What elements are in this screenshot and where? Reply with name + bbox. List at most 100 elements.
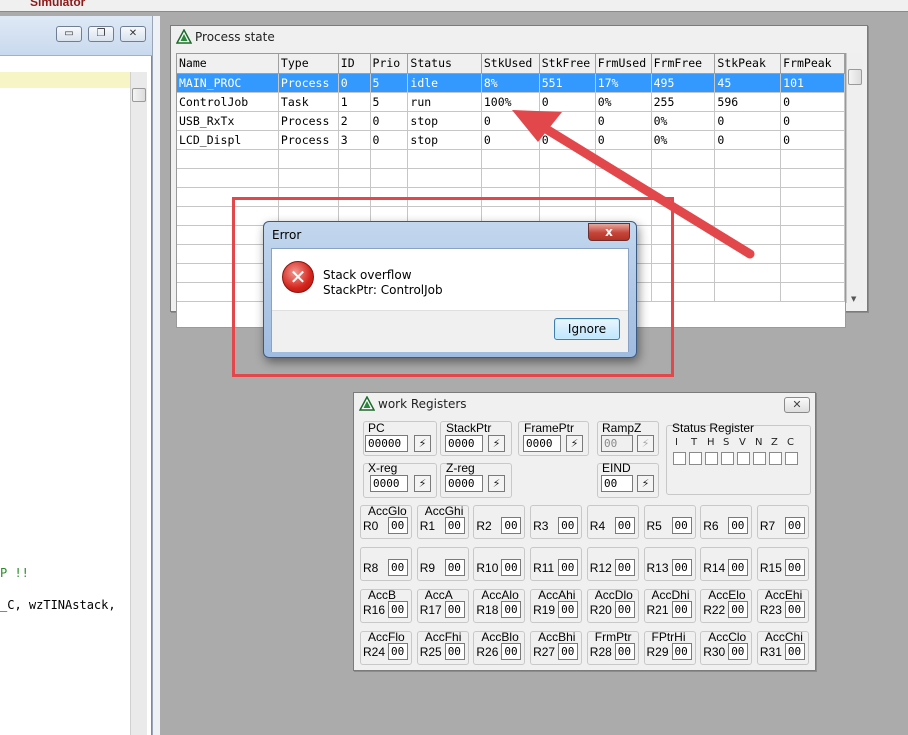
register-value-field[interactable]: 00 [558,517,579,534]
register-value-field[interactable]: 00 [728,517,749,534]
xreg-field[interactable]: 0000 [370,475,408,492]
register-value-field[interactable]: 00 [671,643,692,660]
column-header[interactable]: Type [278,54,339,74]
lightning-edit-icon[interactable]: ⚡ [566,435,583,452]
register-value-field[interactable]: 00 [671,601,692,618]
column-header[interactable]: Status [407,54,482,74]
minimize-button[interactable]: ▭ [56,26,82,42]
pc-label: PC [368,421,385,435]
table-cell [370,168,409,188]
maximize-button[interactable]: ❐ [88,26,114,42]
close-button[interactable]: ✕ [120,26,146,42]
column-header[interactable]: Name [177,54,279,74]
table-cell: 0 [370,111,409,131]
frameptr-field[interactable]: 0000 [523,435,561,452]
column-header[interactable]: StkFree [539,54,596,74]
register-value-field[interactable]: 00 [671,517,692,534]
register-value-field[interactable]: 00 [444,517,465,534]
register-value-field[interactable]: 00 [444,559,465,576]
code-editor[interactable]: P !! _C, wzTINAstack, [0,72,130,735]
table-row[interactable]: ControlJob Task 1 5 run 100% 0 0% 255 596 0 [177,92,845,112]
column-header[interactable]: Prio [370,54,409,74]
table-row[interactable]: USB_RxTx Process 2 0 stop 0 0 0 0% 0 0 [177,111,845,131]
status-flag-label: I [675,437,678,448]
process-state-title-bar[interactable]: Process state [171,26,867,48]
table-cell [595,149,652,169]
column-header[interactable]: ID [338,54,371,74]
register-value-field[interactable]: 00 [388,517,408,534]
register-value-field[interactable]: 00 [728,643,749,660]
lightning-edit-icon[interactable]: ⚡ [414,435,431,452]
register-name: R4 [589,519,606,533]
lightning-edit-icon[interactable]: ⚡ [414,475,431,492]
table-row[interactable]: MAIN_PROC Process 0 5 idle 8% 551 17% 495 45 101 [177,73,845,93]
scrollbar-thumb[interactable] [132,88,146,102]
table-cell [780,206,845,226]
register-value-field[interactable]: 00 [784,601,805,618]
ignore-button[interactable]: Ignore [554,318,620,340]
register-value-field[interactable]: 00 [784,559,805,576]
register-value-field[interactable]: 00 [388,559,408,576]
register-alias: AccGhi [424,504,464,518]
table-row[interactable] [177,168,845,188]
register-value-field[interactable]: 00 [558,601,579,618]
column-header[interactable]: StkPeak [714,54,782,74]
register-value-field[interactable]: 00 [501,643,522,660]
register-value-field[interactable]: 00 [388,601,408,618]
register-value-field[interactable]: 00 [444,601,465,618]
table-cell: stop [407,130,482,150]
status-flag-checkbox[interactable] [673,452,686,465]
status-flag-checkbox[interactable] [785,452,798,465]
table-cell: 0 [338,73,371,93]
register-value-field[interactable]: 00 [728,601,749,618]
editor-window: ▭ ❐ ✕ P !! _C, wzTINAstack, [0,16,152,735]
register-value-field[interactable]: 00 [614,559,635,576]
register-value-field[interactable]: 00 [671,559,692,576]
register-value-field[interactable]: 00 [728,559,749,576]
pc-field[interactable]: 00000 [365,435,408,452]
register-value-field[interactable]: 00 [558,559,579,576]
table-cell: 2 [338,111,371,131]
registers-title-bar[interactable]: work Registers ✕ [354,393,815,415]
dialog-close-button[interactable]: x [588,223,630,241]
register-value-field[interactable]: 00 [614,517,635,534]
editor-scrollbar[interactable] [130,72,147,735]
table-cell [338,168,371,188]
status-flag-checkbox[interactable] [737,452,750,465]
rampz-label: RampZ [602,421,642,435]
register-value-field[interactable]: 00 [388,643,408,660]
lightning-edit-icon[interactable]: ⚡ [488,435,505,452]
window-splitter[interactable] [152,16,160,735]
register-value-field[interactable]: 00 [784,643,805,660]
column-header[interactable]: FrmUsed [595,54,652,74]
code-line: P !! [0,566,29,580]
register-value-field[interactable]: 00 [614,643,635,660]
register-value-field[interactable]: 00 [444,643,465,660]
register-value-field[interactable]: 00 [558,643,579,660]
table-row[interactable] [177,149,845,169]
register-value-field[interactable]: 00 [614,601,635,618]
scroll-down-icon[interactable]: ▼ [851,295,856,303]
status-flag-checkbox[interactable] [721,452,734,465]
zreg-field[interactable]: 0000 [445,475,483,492]
register-value-field[interactable]: 00 [501,559,522,576]
table-cell [714,168,782,188]
column-header[interactable]: FrmFree [651,54,716,74]
eind-field[interactable]: 00 [601,475,633,492]
column-header[interactable]: StkUsed [481,54,540,74]
stackptr-field[interactable]: 0000 [445,435,483,452]
status-flag-checkbox[interactable] [769,452,782,465]
register-value-field[interactable]: 00 [501,517,522,534]
status-flag-checkbox[interactable] [705,452,718,465]
table-row[interactable]: LCD_Displ Process 3 0 stop 0 0 0 0% 0 0 [177,130,845,150]
status-flag-checkbox[interactable] [753,452,766,465]
scrollbar-thumb[interactable] [848,69,862,85]
close-button[interactable]: ✕ [784,397,810,413]
lightning-edit-icon[interactable]: ⚡ [637,475,654,492]
register-value-field[interactable]: 00 [501,601,522,618]
lightning-edit-icon[interactable]: ⚡ [488,475,505,492]
status-flag-checkbox[interactable] [689,452,702,465]
column-header[interactable]: FrmPeak [780,54,845,74]
register-value-field[interactable]: 00 [784,517,805,534]
table-scrollbar[interactable]: ▼ [846,53,863,303]
